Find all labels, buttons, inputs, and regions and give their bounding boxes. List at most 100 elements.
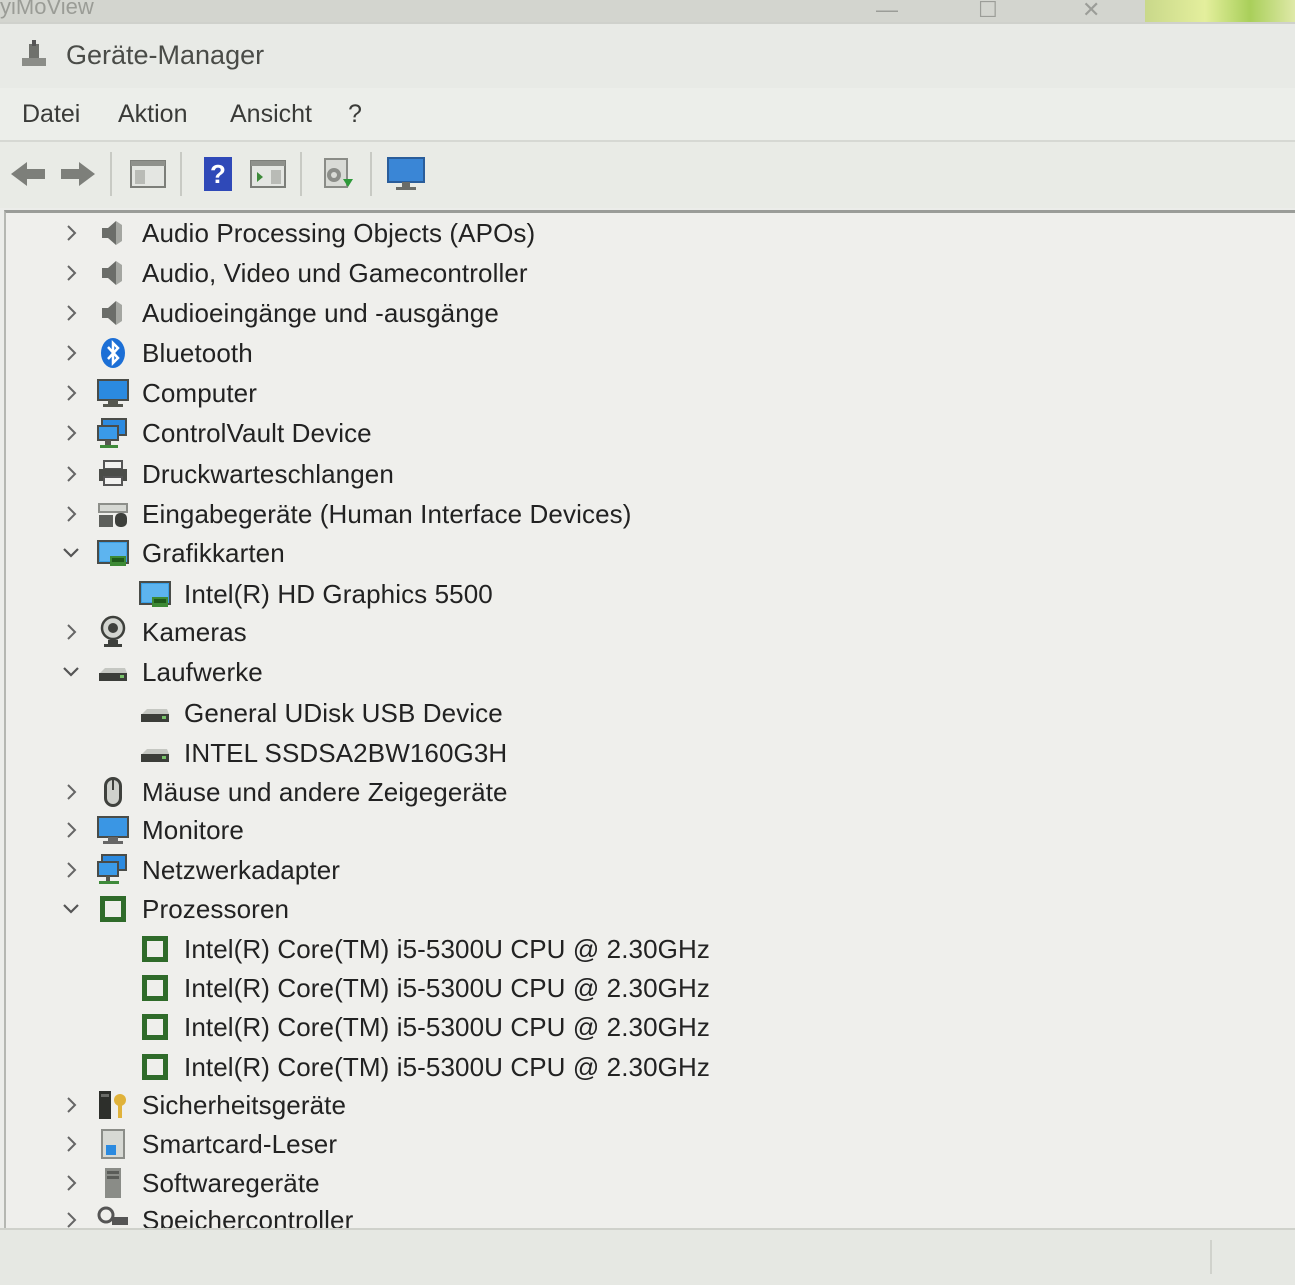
tree-category-row[interactable]: Sicherheitsgeräte	[6, 1086, 1286, 1124]
processor-icon	[138, 932, 172, 966]
arrow-left-icon	[11, 162, 45, 186]
chevron-right-icon[interactable]	[60, 382, 82, 404]
back-button[interactable]	[8, 154, 48, 194]
processor-icon	[138, 971, 172, 1005]
tree-category-row[interactable]: Mäuse und andere Zeigegeräte	[6, 773, 1286, 811]
chevron-down-icon[interactable]	[60, 542, 82, 564]
menu-aktion[interactable]: Aktion	[118, 100, 187, 129]
tree-item-label: Computer	[142, 378, 257, 408]
tree-category-row[interactable]: Smartcard-Leser	[6, 1125, 1286, 1163]
tree-item-label: Intel(R) Core(TM) i5-5300U CPU @ 2.30GHz	[184, 1012, 710, 1042]
status-bar	[0, 1228, 1295, 1285]
tree-item-label: Laufwerke	[142, 657, 263, 687]
chevron-right-icon[interactable]	[60, 342, 82, 364]
minimize-icon[interactable]: —	[876, 0, 898, 21]
tree-category-row[interactable]: Audioeingänge und -ausgänge	[6, 294, 1286, 332]
tree-item-label: Mäuse und andere Zeigegeräte	[142, 777, 508, 807]
tree-category-row[interactable]: Grafikkarten	[6, 534, 1286, 572]
speaker-icon	[96, 216, 130, 250]
action-pane-icon	[250, 160, 286, 188]
tree-category-row[interactable]: Audio, Video und Gamecontroller	[6, 254, 1286, 292]
tree-device-row[interactable]: INTEL SSDSA2BW160G3H	[6, 734, 1286, 772]
mouse-icon	[96, 775, 130, 809]
chevron-right-icon[interactable]	[60, 621, 82, 643]
tree-item-label: Intel(R) Core(TM) i5-5300U CPU @ 2.30GHz	[184, 973, 710, 1003]
tree-device-row[interactable]: Intel(R) Core(TM) i5-5300U CPU @ 2.30GHz	[6, 969, 1286, 1007]
tree-category-row[interactable]: Bluetooth	[6, 334, 1286, 372]
toolbar: ?	[0, 140, 1295, 208]
tree-category-row[interactable]: Netzwerkadapter	[6, 851, 1286, 889]
chevron-right-icon[interactable]	[60, 262, 82, 284]
tree-item-label: Intel(R) HD Graphics 5500	[184, 579, 493, 609]
update-driver-button[interactable]	[318, 154, 358, 194]
chevron-right-icon[interactable]	[60, 503, 82, 525]
tree-device-row[interactable]: Intel(R) Core(TM) i5-5300U CPU @ 2.30GHz	[6, 930, 1286, 968]
chevron-right-icon[interactable]	[60, 859, 82, 881]
tree-category-row[interactable]: Laufwerke	[6, 653, 1286, 691]
tree-category-row[interactable]: Druckwarteschlangen	[6, 455, 1286, 493]
menu-datei[interactable]: Datei	[22, 100, 80, 129]
network-computer-icon	[96, 416, 130, 450]
toolbar-separator	[180, 152, 182, 196]
network-adapter-icon	[96, 853, 130, 887]
tree-category-row[interactable]: Kameras	[6, 613, 1286, 651]
device-manager-icon	[22, 40, 46, 66]
chevron-right-icon[interactable]	[60, 1133, 82, 1155]
tree-item-label: Prozessoren	[142, 894, 290, 924]
processor-icon	[138, 1050, 172, 1084]
status-bar-divider	[1210, 1240, 1212, 1274]
smartcard-reader-icon	[96, 1127, 130, 1161]
tree-category-row[interactable]: Prozessoren	[6, 890, 1286, 928]
toolbar-separator	[370, 152, 372, 196]
display-adapter-icon	[138, 577, 172, 611]
chevron-down-icon[interactable]	[60, 661, 82, 683]
tree-category-row[interactable]: Monitore	[6, 811, 1286, 849]
close-icon[interactable]: ✕	[1082, 0, 1100, 21]
tree-category-row[interactable]: Speichercontroller	[6, 1201, 1286, 1231]
chevron-down-icon[interactable]	[60, 898, 82, 920]
tree-category-row[interactable]: Softwaregeräte	[6, 1164, 1286, 1202]
action-pane-button[interactable]	[248, 154, 288, 194]
drive-icon	[96, 655, 130, 689]
tree-item-label: Druckwarteschlangen	[142, 459, 394, 489]
tree-category-row[interactable]: Eingabegeräte (Human Interface Devices)	[6, 495, 1286, 533]
menu-ansicht[interactable]: Ansicht	[230, 100, 312, 129]
console-tree-icon	[130, 160, 166, 188]
menu-help[interactable]: ?	[348, 100, 362, 129]
chevron-right-icon[interactable]	[60, 1172, 82, 1194]
title-bar: Geräte-Manager	[0, 22, 1295, 90]
tree-item-label: General UDisk USB Device	[184, 698, 503, 728]
bluetooth-icon	[96, 336, 130, 370]
tree-device-row[interactable]: Intel(R) HD Graphics 5500	[6, 575, 1286, 613]
chevron-right-icon[interactable]	[60, 819, 82, 841]
tree-item-label: Eingabegeräte (Human Interface Devices)	[142, 499, 632, 529]
tree-item-label: Intel(R) Core(TM) i5-5300U CPU @ 2.30GHz	[184, 934, 710, 964]
scan-hardware-button[interactable]	[386, 154, 426, 194]
tree-category-row[interactable]: ControlVault Device	[6, 414, 1286, 452]
update-driver-icon	[324, 158, 353, 188]
chevron-right-icon[interactable]	[60, 422, 82, 444]
arrow-right-icon	[61, 162, 95, 186]
chevron-right-icon[interactable]	[60, 1094, 82, 1116]
maximize-icon[interactable]: ☐	[978, 0, 998, 21]
chevron-right-icon[interactable]	[60, 302, 82, 324]
device-manager-window: Geräte-Manager Datei Aktion Ansicht ? ? …	[0, 22, 1295, 1285]
forward-button[interactable]	[58, 154, 98, 194]
help-button[interactable]: ?	[198, 154, 238, 194]
tree-item-label: Softwaregeräte	[142, 1168, 320, 1198]
tree-category-row[interactable]: Audio Processing Objects (APOs)	[6, 214, 1286, 252]
tree-item-label: Audioeingänge und -ausgänge	[142, 298, 499, 328]
chevron-right-icon[interactable]	[60, 463, 82, 485]
tree-device-row[interactable]: Intel(R) Core(TM) i5-5300U CPU @ 2.30GHz	[6, 1048, 1286, 1086]
computer-icon	[96, 376, 130, 410]
background-window-strip: yiMoView — ☐ ✕	[0, 0, 1295, 34]
tree-category-row[interactable]: Computer	[6, 374, 1286, 412]
tree-item-label: Grafikkarten	[142, 538, 285, 568]
speaker-icon	[96, 256, 130, 290]
drive-icon	[138, 696, 172, 730]
tree-device-row[interactable]: General UDisk USB Device	[6, 694, 1286, 732]
tree-device-row[interactable]: Intel(R) Core(TM) i5-5300U CPU @ 2.30GHz	[6, 1008, 1286, 1046]
show-hide-console-tree-button[interactable]	[128, 154, 168, 194]
chevron-right-icon[interactable]	[60, 781, 82, 803]
chevron-right-icon[interactable]	[60, 222, 82, 244]
